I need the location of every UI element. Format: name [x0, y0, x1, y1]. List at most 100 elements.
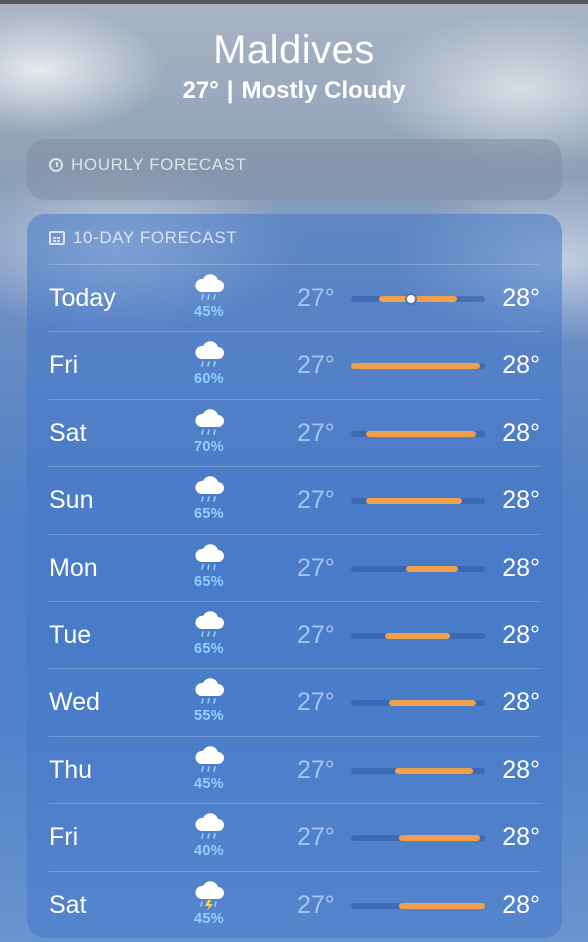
cloud-rain-icon: [189, 812, 229, 844]
forecast-weather: 55%: [189, 677, 229, 724]
temp-range-fill: [399, 835, 480, 842]
temp-range-fill: [379, 296, 457, 302]
clock-icon: [49, 158, 63, 172]
precipitation-chance: 70%: [194, 438, 224, 455]
temp-range-bar: [351, 902, 485, 909]
forecast-row[interactable]: Fri 60% 27° 28°: [49, 331, 540, 398]
forecast-day-label: Today: [49, 284, 116, 312]
forecast-weather: 70%: [189, 408, 229, 455]
temp-range-bar: [351, 295, 485, 303]
precipitation-chance: 45%: [194, 775, 224, 792]
forecast-row[interactable]: Fri 40% 27° 28°: [49, 803, 540, 870]
forecast-weather: 40%: [189, 812, 229, 859]
high-temp: 28°: [502, 351, 540, 380]
forecast-day-label: Fri: [49, 351, 79, 380]
high-temp: 28°: [502, 486, 540, 515]
high-temp: 28°: [502, 620, 540, 649]
forecast-day-label: Sun: [49, 486, 94, 515]
low-temp: 27°: [297, 418, 335, 447]
precipitation-chance: 60%: [194, 371, 224, 388]
calendar-icon: [49, 231, 65, 245]
current-temp: 27°: [182, 77, 219, 104]
precipitation-chance: 65%: [194, 573, 224, 590]
forecast-weather: 45%: [189, 273, 229, 320]
high-temp: 28°: [502, 553, 540, 582]
cloud-rain-icon: [189, 408, 229, 440]
forecast-row[interactable]: Sat 45% 27° 28°: [49, 870, 540, 938]
forecast-day-label: Tue: [49, 620, 92, 649]
high-temp: 28°: [502, 755, 540, 784]
temp-range-bar: [351, 565, 485, 572]
current-summary: 27° | Mostly Cloudy: [0, 76, 588, 106]
forecast-weather: 45%: [189, 880, 229, 927]
low-temp: 27°: [297, 755, 335, 784]
temp-range-fill: [365, 498, 463, 505]
high-temp: 28°: [502, 284, 540, 312]
forecast-rows: Today 45% 27° 28° Fri 60% 27° 28° Sat 70% 27° 28…: [49, 264, 540, 938]
forecast-row[interactable]: Thu 45% 27° 28°: [49, 735, 540, 803]
precipitation-chance: 65%: [194, 506, 224, 523]
temp-range-bar: [351, 767, 485, 774]
forecast-weather: 65%: [189, 610, 229, 657]
low-temp: 27°: [297, 688, 335, 717]
temp-range-fill: [405, 565, 459, 572]
temp-range-bar: [351, 835, 485, 842]
temp-range-bar: [351, 363, 485, 370]
low-temp: 27°: [297, 351, 335, 380]
cloud-rain-icon: [189, 273, 229, 305]
forecast-row[interactable]: Sat 70% 27° 28°: [49, 398, 540, 466]
forecast-day-label: Sat: [49, 418, 87, 447]
cloud-rain-icon: [189, 745, 229, 777]
hourly-forecast-title: HOURLY FORECAST: [71, 155, 247, 174]
low-temp: 27°: [297, 620, 335, 649]
low-temp: 27°: [297, 486, 335, 515]
forecast-day-label: Mon: [49, 553, 98, 582]
temp-range-fill: [388, 700, 476, 707]
temp-range-fill: [351, 363, 480, 370]
precipitation-chance: 55%: [194, 708, 224, 725]
cloud-bolt-rain-icon: [189, 880, 229, 912]
cloud-rain-icon: [189, 543, 229, 575]
low-temp: 27°: [297, 890, 335, 919]
forecast-row[interactable]: Tue 65% 27° 28°: [49, 600, 540, 668]
hourly-forecast-header: HOURLY FORECAST: [49, 155, 247, 175]
ten-day-forecast-card[interactable]: 10-DAY FORECAST Today 45% 27° 28° Fri 60% 27…: [27, 214, 562, 938]
precipitation-chance: 65%: [194, 640, 224, 657]
low-temp: 27°: [297, 284, 335, 312]
ten-day-forecast-title: 10-DAY FORECAST: [73, 228, 238, 247]
forecast-weather: 60%: [189, 340, 229, 387]
cloud-rain-icon: [189, 610, 229, 642]
temp-range-bar: [351, 700, 485, 707]
low-temp: 27°: [297, 553, 335, 582]
temp-range-fill: [399, 902, 485, 909]
high-temp: 28°: [502, 418, 540, 447]
forecast-day-label: Sat: [49, 890, 87, 919]
cloud-rain-icon: [189, 340, 229, 372]
high-temp: 28°: [502, 823, 540, 852]
summary-separator: |: [226, 77, 234, 104]
temp-range-bar: [351, 430, 485, 437]
temp-range-fill: [365, 430, 476, 437]
forecast-row[interactable]: Wed 55% 27° 28°: [49, 668, 540, 735]
forecast-row[interactable]: Mon 65% 27° 28°: [49, 533, 540, 601]
low-temp: 27°: [297, 823, 335, 852]
forecast-weather: 65%: [189, 475, 229, 522]
forecast-day-label: Fri: [49, 823, 79, 852]
precipitation-chance: 45%: [194, 910, 224, 927]
forecast-day-label: Wed: [49, 688, 100, 717]
temp-range-fill: [395, 767, 473, 774]
precipitation-chance: 45%: [194, 304, 224, 320]
temp-range-fill: [384, 632, 451, 639]
forecast-row[interactable]: Sun 65% 27° 28°: [49, 466, 540, 533]
location-header: Maldives 27° | Mostly Cloudy: [0, 26, 588, 106]
temp-range-bar: [351, 498, 485, 505]
forecast-weather: 65%: [189, 543, 229, 590]
cloud-rain-icon: [189, 475, 229, 507]
forecast-row[interactable]: Today 45% 27° 28°: [49, 264, 540, 331]
cloud-rain-icon: [189, 677, 229, 709]
high-temp: 28°: [502, 890, 540, 919]
top-edge-bar: [0, 0, 588, 4]
current-condition: Mostly Cloudy: [241, 77, 406, 104]
forecast-day-label: Thu: [49, 755, 93, 784]
hourly-forecast-card[interactable]: HOURLY FORECAST: [27, 139, 562, 200]
